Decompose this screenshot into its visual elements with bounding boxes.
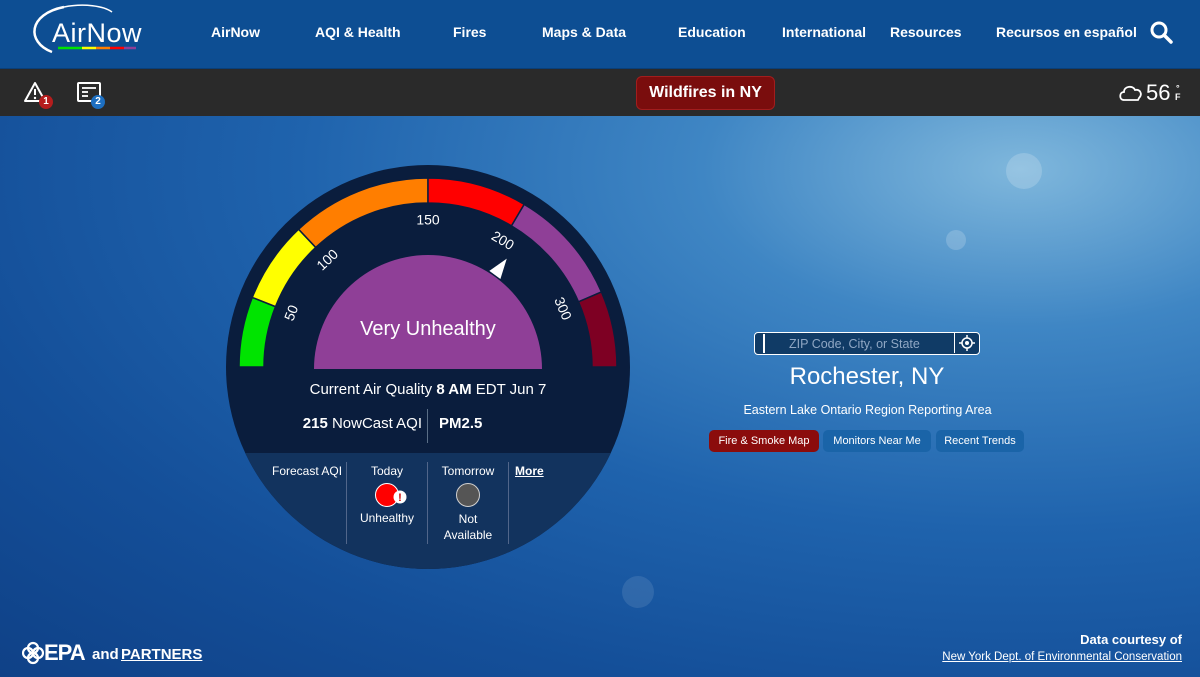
divider — [346, 462, 347, 544]
footer-and: and — [92, 646, 119, 663]
location-search-input[interactable] — [763, 334, 953, 353]
epa-flower-icon — [21, 641, 45, 665]
divider — [427, 409, 428, 443]
forecast-aqi-label: Forecast AQI — [272, 464, 343, 478]
search-button[interactable] — [1149, 20, 1175, 46]
lens-flare — [622, 576, 654, 608]
reporting-area: Eastern Lake Ontario Region Reporting Ar… — [743, 403, 992, 417]
nav-recursos-espanol[interactable]: Recursos en español — [996, 24, 1137, 40]
forecast-day: Today — [370, 464, 404, 478]
nav-aqi-health[interactable]: AQI & Health — [315, 24, 401, 40]
epa-logo[interactable] — [21, 641, 45, 665]
lens-flare — [946, 230, 966, 250]
divider — [427, 462, 428, 544]
logo-text: AirNow — [52, 18, 143, 48]
svg-text:!: ! — [398, 492, 402, 504]
temperature-value: 56 — [1146, 80, 1171, 105]
aqi-dial: 50 100 150 200 300 Very Unhealthy Current Ai… — [226, 165, 630, 569]
nav-maps-data[interactable]: Maps & Data — [542, 24, 626, 40]
wildfires-button[interactable]: Wildfires in NY — [636, 76, 775, 110]
recent-trends-button[interactable]: Recent Trends — [936, 430, 1024, 452]
nav-fires[interactable]: Fires — [453, 24, 486, 40]
aqi-row: 215 NowCast AQI PM2.5 — [226, 409, 630, 443]
city-name: Rochester, NY — [789, 363, 945, 390]
epa-wordmark: EPA — [44, 640, 86, 665]
nav-international[interactable]: International — [782, 24, 866, 40]
category-label: Very Unhealthy — [360, 318, 496, 340]
monitors-near-me-button[interactable]: Monitors Near Me — [823, 430, 931, 452]
alert-bar — [0, 69, 1200, 116]
nowcast-value: 215 — [302, 415, 328, 432]
crosshair-icon — [959, 335, 975, 351]
alert-exclaim-icon: ! — [393, 490, 407, 504]
forecast-status: Not Available — [443, 512, 493, 542]
news-button[interactable]: 2 — [76, 81, 105, 109]
nowcast-aqi: 215 NowCast AQI — [303, 415, 422, 432]
lens-flare — [1006, 153, 1042, 189]
current-suffix: EDT Jun 7 — [475, 381, 547, 398]
weather-widget[interactable] — [1118, 80, 1144, 108]
current-prefix: Current Air Quality — [309, 381, 433, 398]
locate-me-button[interactable] — [954, 333, 979, 353]
nowcast-label: NowCast AQI — [331, 415, 422, 432]
divider — [508, 462, 509, 544]
forecast-today-indicator: ! — [375, 483, 407, 507]
data-source-link[interactable]: New York Dept. of Environmental Conserva… — [942, 651, 1182, 663]
pollutant-label: PM2.5 — [439, 415, 483, 432]
cloud-icon — [1119, 85, 1142, 101]
airnow-logo[interactable]: AirNow — [24, 4, 142, 62]
gauge-tick-label: 150 — [416, 212, 440, 228]
forecast-tomorrow-indicator — [456, 483, 480, 507]
news-count-badge: 2 — [91, 95, 105, 109]
forecast-status: Unhealthy — [359, 511, 415, 525]
aqi-gauge: 50100150200300 Very Unhealthy — [226, 165, 630, 569]
forecast-tomorrow[interactable]: Tomorrow Not Available — [435, 464, 501, 543]
forecast-day: Tomorrow — [441, 464, 495, 478]
location-search — [754, 332, 980, 355]
data-courtesy-label: Data courtesy of — [1080, 632, 1182, 647]
nav-airnow[interactable]: AirNow — [211, 24, 260, 40]
alert-count-badge: 1 — [39, 95, 53, 109]
search-icon — [1150, 21, 1173, 44]
nav-resources[interactable]: Resources — [890, 24, 962, 40]
temperature-unit: ° F — [1175, 84, 1181, 102]
forecast-more-link[interactable]: More — [515, 464, 544, 478]
current-air-quality: Current Air Quality 8 AM EDT Jun 7 — [226, 381, 630, 398]
unit-letter: F — [1175, 92, 1181, 102]
forecast-today[interactable]: Today ! Unhealthy — [354, 464, 420, 525]
top-navigation: AirNow AirNow AQI & Health Fires Maps & … — [0, 0, 1200, 69]
fire-smoke-map-button[interactable]: Fire & Smoke Map — [709, 430, 819, 452]
current-time: 8 AM — [436, 381, 472, 398]
partners-link[interactable]: PARTNERS — [121, 646, 202, 663]
alerts-button[interactable]: 1 — [24, 81, 53, 109]
nav-education[interactable]: Education — [678, 24, 746, 40]
